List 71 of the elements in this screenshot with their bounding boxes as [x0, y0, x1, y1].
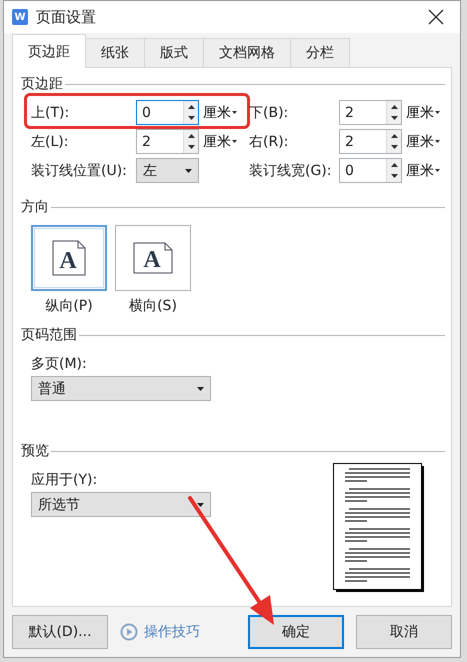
dropdown[interactable]: 左	[136, 158, 199, 183]
dialog-button[interactable]: 确定	[248, 615, 344, 649]
caret-icon	[232, 140, 237, 143]
unit-dropdown[interactable]: 厘米	[402, 104, 445, 122]
tips-link[interactable]: 操作技巧	[120, 623, 200, 641]
orientation-option[interactable]: A	[31, 225, 107, 291]
up-arrow-icon	[390, 162, 398, 167]
number-field[interactable]: 2	[339, 100, 402, 125]
field-label: 应用于(Y):	[31, 471, 98, 489]
spin-down-button[interactable]	[387, 170, 401, 182]
down-arrow-icon	[390, 116, 398, 120]
spin-up-button[interactable]	[387, 130, 401, 142]
dialog-button[interactable]: 默认(D)...	[12, 615, 108, 649]
spin-down-button[interactable]	[184, 142, 198, 153]
section-title: 方向	[21, 198, 49, 216]
up-arrow-icon	[390, 104, 398, 109]
caret-icon	[435, 169, 440, 172]
down-arrow-icon	[390, 145, 398, 150]
play-icon	[120, 623, 138, 641]
landscape-page-icon: A	[133, 242, 173, 274]
unit-dropdown[interactable]: 厘米	[199, 132, 249, 150]
spin-up-button[interactable]	[184, 101, 198, 112]
number-field[interactable]: 2	[136, 129, 199, 154]
field-label: 左(L):	[31, 132, 70, 150]
tab[interactable]: 文档网格	[203, 38, 291, 67]
dialog-button[interactable]: 取消	[356, 615, 452, 649]
unit-dropdown[interactable]: 厘米	[199, 104, 249, 122]
field-label: 装订线宽(G):	[249, 162, 332, 180]
dropdown[interactable]: 所选节	[31, 492, 211, 517]
field-label: 右(R):	[249, 132, 290, 150]
tab[interactable]: 纸张	[85, 38, 145, 67]
field-label: 上(T):	[31, 104, 70, 122]
caret-icon	[435, 111, 440, 114]
number-field[interactable]: 2	[339, 129, 402, 154]
caret-icon	[185, 168, 192, 172]
spin-down-button[interactable]	[184, 112, 198, 124]
field-label: 多页(M):	[31, 355, 88, 373]
number-field[interactable]: 0	[339, 158, 402, 183]
caret-icon	[435, 140, 440, 143]
field-label: 装订线位置(U):	[31, 162, 128, 180]
tab[interactable]: 页边距	[12, 34, 86, 68]
down-arrow-icon	[188, 116, 195, 120]
section-title: 页码范围	[21, 326, 77, 344]
spin-up-button[interactable]	[184, 130, 198, 142]
portrait-page-icon: A	[52, 240, 86, 276]
section-title: 页边距	[21, 75, 63, 93]
option-label: 纵向(P)	[45, 297, 93, 315]
spin-up-button[interactable]	[387, 101, 401, 112]
spin-down-button[interactable]	[387, 142, 401, 153]
option-label: 横向(S)	[129, 297, 177, 315]
down-arrow-icon	[390, 174, 398, 178]
window-title: 页面设置	[36, 8, 97, 26]
caret-icon	[197, 502, 204, 506]
up-arrow-icon	[188, 134, 195, 138]
unit-dropdown[interactable]: 厘米	[402, 132, 445, 150]
caret-icon	[197, 386, 204, 390]
unit-dropdown[interactable]: 厘米	[402, 162, 445, 180]
app-icon: W	[12, 9, 28, 25]
close-icon	[428, 9, 444, 25]
spin-up-button[interactable]	[387, 159, 401, 170]
down-arrow-icon	[188, 145, 195, 150]
tab[interactable]: 分栏	[290, 38, 350, 67]
dropdown[interactable]: 普通	[31, 376, 211, 401]
section-title: 预览	[21, 442, 49, 460]
orientation-option[interactable]: A	[115, 225, 191, 291]
up-arrow-icon	[188, 104, 195, 109]
caret-icon	[232, 111, 237, 114]
up-arrow-icon	[390, 134, 398, 138]
spin-down-button[interactable]	[387, 112, 401, 124]
tab[interactable]: 版式	[144, 38, 204, 67]
number-field[interactable]: 0	[136, 100, 199, 125]
